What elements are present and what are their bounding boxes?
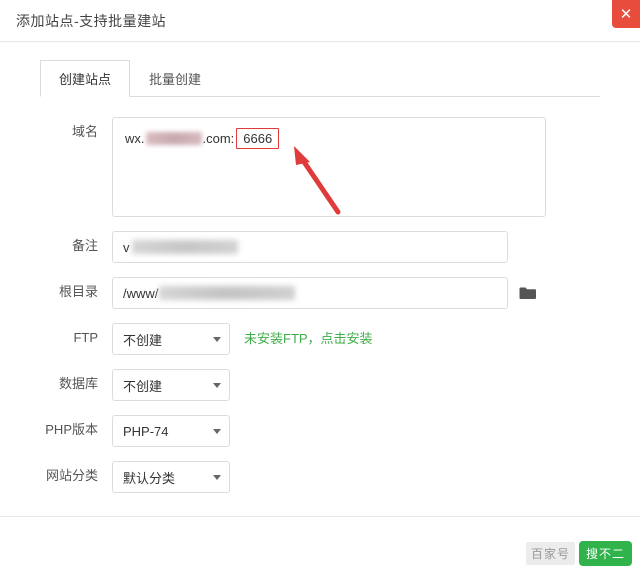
domain-textarea[interactable]: wx. .com: 6666 xyxy=(112,117,546,217)
php-value: PHP-74 xyxy=(123,423,169,439)
chevron-down-icon xyxy=(213,337,221,342)
watermark: 百家号 搜不二 xyxy=(525,541,632,566)
domain-value-line: wx. .com: 6666 xyxy=(125,127,533,149)
tab-create-site[interactable]: 创建站点 xyxy=(40,60,131,97)
database-value: 不创建 xyxy=(123,378,163,394)
row-root-dir: 根目录 /www/ xyxy=(0,277,640,309)
category-select[interactable]: 默认分类 xyxy=(112,461,230,493)
note-label: 备注 xyxy=(71,238,98,253)
chevron-down-icon xyxy=(213,429,221,434)
dialog-title: 添加站点-支持批量建站 xyxy=(16,12,167,29)
php-label: PHP版本 xyxy=(45,422,98,437)
row-category: 网站分类 默认分类 xyxy=(0,461,640,493)
root-blurred-part xyxy=(159,286,296,300)
chevron-down-icon xyxy=(213,475,221,480)
note-input[interactable]: v xyxy=(112,231,508,263)
note-blurred-part xyxy=(131,240,238,254)
category-label: 网站分类 xyxy=(45,468,98,483)
close-icon[interactable]: ✕ xyxy=(612,0,640,28)
chevron-down-icon xyxy=(213,383,221,388)
watermark-right: 搜不二 xyxy=(578,541,632,566)
database-select[interactable]: 不创建 xyxy=(112,369,230,401)
note-value: v xyxy=(123,239,130,255)
domain-port-highlight: 6666 xyxy=(236,127,280,149)
domain-blurred-part xyxy=(145,131,202,145)
folder-icon[interactable] xyxy=(518,277,538,309)
ftp-value: 不创建 xyxy=(123,332,163,348)
row-note: 备注 v xyxy=(0,231,640,263)
ftp-install-link[interactable]: 未安装FTP，点击安装 xyxy=(244,323,373,355)
row-ftp: FTP 不创建 未安装FTP，点击安装 xyxy=(0,323,640,355)
add-site-dialog: 添加站点-支持批量建站 ✕ 创建站点 批量创建 域名 wx. .com: 666… xyxy=(0,0,640,572)
dialog-titlebar: 添加站点-支持批量建站 xyxy=(0,0,640,42)
tab-bar: 创建站点 批量创建 xyxy=(40,60,600,97)
root-label: 根目录 xyxy=(58,284,98,299)
domain-prefix: wx. xyxy=(125,130,145,146)
root-input[interactable]: /www/ xyxy=(112,277,508,309)
row-domain: 域名 wx. .com: 6666 xyxy=(0,117,640,217)
php-select[interactable]: PHP-74 xyxy=(112,415,230,447)
database-label: 数据库 xyxy=(58,376,98,391)
watermark-left: 百家号 xyxy=(525,542,575,565)
row-database: 数据库 不创建 xyxy=(0,369,640,401)
domain-field: wx. .com: 6666 xyxy=(112,117,546,217)
folder-glyph xyxy=(519,287,536,299)
ftp-label: FTP xyxy=(73,330,98,345)
root-value: /www/ xyxy=(123,285,159,301)
ftp-select[interactable]: 不创建 xyxy=(112,323,230,355)
domain-suffix: .com: xyxy=(202,130,235,146)
category-value: 默认分类 xyxy=(123,470,176,486)
row-php-version: PHP版本 PHP-74 xyxy=(0,415,640,447)
tab-batch-create[interactable]: 批量创建 xyxy=(130,60,220,97)
domain-label: 域名 xyxy=(71,124,98,139)
site-form: 域名 wx. .com: 6666 备注 v 根目录 /www/ FTP 不创建… xyxy=(0,97,640,493)
